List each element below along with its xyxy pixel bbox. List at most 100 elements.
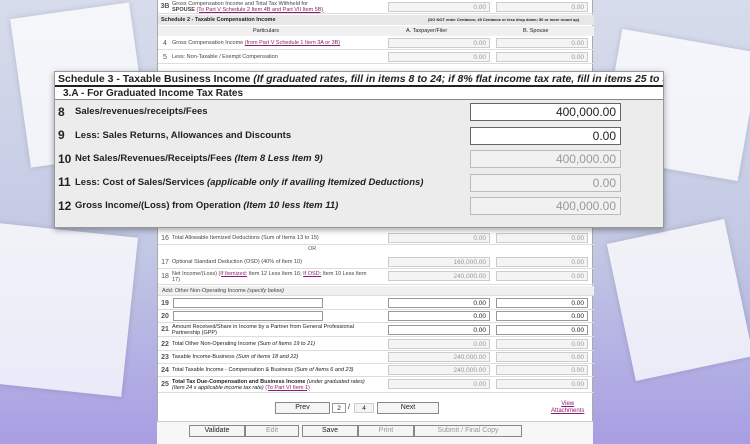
schedule3-title: Schedule 3 - Taxable Business Income (If…	[55, 72, 663, 87]
label-text: Taxable Income-Business	[172, 354, 235, 360]
osd-link[interactable]: If OSD:	[303, 271, 321, 277]
prev-button[interactable]: Prev	[275, 402, 330, 414]
col-a: A. Taxpayer/Filer	[406, 28, 448, 34]
item-3b-a[interactable]: 0.00	[388, 2, 490, 12]
background-paper	[606, 219, 750, 381]
print-button[interactable]: Print	[358, 425, 414, 437]
label-spouse: SPOUSE	[172, 6, 195, 13]
label-text: Less: Sales Returns, Allowances and Disc…	[75, 129, 292, 141]
submit-final-copy-button[interactable]: Submit / Final Copy	[414, 425, 522, 437]
add-label: Add: Other Non-Operating Income (specify…	[158, 288, 594, 294]
schedule2-title: Schedule 2 - Taxable Compensation Income	[161, 17, 276, 23]
item-8-value[interactable]: 400,000.00	[470, 103, 621, 121]
label-italic: (Item 8 Less Item 9)	[234, 153, 323, 165]
action-bar: Validate Edit Save Print Submit / Final …	[157, 421, 593, 444]
item-16-a[interactable]: 0.00	[388, 233, 490, 243]
item-4-a[interactable]: 0.00	[388, 38, 490, 48]
item-17-b[interactable]: 0.00	[496, 257, 588, 267]
label-text: Net Sales/Revenues/Receipts/Fees	[75, 153, 232, 165]
item-number: 25	[161, 381, 169, 388]
label-italic: (Sum of Items 19 to 21)	[257, 341, 316, 347]
item-4-b[interactable]: 0.00	[496, 38, 588, 48]
item-23-a[interactable]: 240,000.00	[388, 352, 490, 362]
label-text: Add: Other Non-Operating Income	[162, 287, 246, 294]
item-12-value[interactable]: 400,000.00	[470, 197, 621, 215]
item-23-b[interactable]: 0.00	[496, 352, 588, 362]
item-number: 21	[161, 326, 169, 333]
label-text: Item 10 Less Item	[322, 270, 367, 277]
item-24-b[interactable]: 0.00	[496, 365, 588, 375]
item-19-a[interactable]: 0.00	[388, 298, 490, 308]
label-text: Total Other Non-Operating Income	[172, 341, 257, 347]
label-text: 17)	[172, 276, 180, 283]
item-25-b[interactable]: 0.00	[496, 379, 588, 389]
item-number: 8	[58, 104, 65, 119]
item-17-row: 17 Optional Standard Deduction (OSD) (40…	[158, 256, 594, 269]
item-18-b[interactable]: 0.00	[496, 271, 588, 281]
item-number: 17	[161, 258, 169, 266]
item-number: 3B	[160, 3, 170, 10]
item-20-desc-input[interactable]	[173, 311, 323, 321]
item-label: Less: Sales Returns, Allowances and Disc…	[75, 130, 291, 141]
label-text: Less: Cost of Sales/Services	[75, 176, 205, 188]
item-21-row: 21 Amount Received/Share in Income by a …	[158, 323, 594, 337]
item-number: 5	[163, 53, 167, 61]
item-label: Net Sales/Revenues/Receipts/Fees (Item 8…	[75, 153, 323, 164]
item-17-a[interactable]: 160,000.00	[388, 257, 490, 267]
item-10-value[interactable]: 400,000.00	[470, 150, 621, 168]
save-button[interactable]: Save	[302, 425, 358, 437]
or-label: OR	[308, 246, 317, 252]
schedule-link[interactable]: (from Part V Schedule 1 Item 3A or 3B)	[245, 40, 340, 46]
part-vi-link[interactable]: (To Part VI Item 1)	[265, 385, 310, 391]
itemized-link[interactable]: (If Itemized:	[218, 271, 247, 277]
page-number-input[interactable]: 2	[332, 403, 346, 413]
item-10-row: 10 Net Sales/Revenues/Receipts/Fees (Item…	[55, 147, 663, 171]
column-headers: Particulars A. Taxpayer/Filer B. Spouse	[158, 26, 594, 36]
item-5-a[interactable]: 0.00	[388, 52, 490, 62]
label-italic: (Item 24 x applicable income tax rate)	[172, 384, 264, 391]
item-16-b[interactable]: 0.00	[496, 233, 588, 243]
item-24-a[interactable]: 240,000.00	[388, 365, 490, 375]
item-19-desc-input[interactable]	[173, 298, 323, 308]
view-attachments-link[interactable]: View Attachments	[551, 401, 584, 415]
page-separator: /	[348, 404, 350, 411]
title-italic: (If graduated rates, fill in items 8 to …	[253, 73, 663, 85]
item-number: 16	[161, 234, 169, 242]
schedule3-rows: 8 Sales/revenues/receipts/Fees 400,000.00…	[55, 100, 663, 218]
item-25-a[interactable]: 0.00	[388, 379, 490, 389]
item-20-row: 20 0.00 0.00	[158, 310, 594, 323]
schedule3a-subtitle: 3.A - For Graduated Income Tax Rates	[55, 87, 663, 100]
edit-button[interactable]: Edit	[245, 425, 299, 437]
item-22-a[interactable]: 0.00	[388, 339, 490, 349]
validate-button[interactable]: Validate	[189, 425, 245, 437]
background-paper	[0, 223, 138, 397]
item-5-b[interactable]: 0.00	[496, 52, 588, 62]
item-number: 11	[58, 175, 71, 190]
item-8-row: 8 Sales/revenues/receipts/Fees 400,000.00	[55, 100, 663, 124]
link-line: View	[561, 401, 575, 407]
item-number: 9	[58, 128, 65, 143]
item-number: 19	[161, 299, 169, 307]
item-21-a[interactable]: 0.00	[388, 325, 490, 335]
add-row: Add: Other Non-Operating Income (specify…	[158, 286, 594, 296]
item-18-a[interactable]: 240,000.00	[388, 271, 490, 281]
item-number: 22	[161, 340, 169, 348]
item-3b-b[interactable]: 0.00	[496, 2, 588, 12]
schedule2-note: (DO NOT enter Centavos; 49 Centavos or l…	[428, 17, 580, 22]
item-9-row: 9 Less: Sales Returns, Allowances and Dis…	[55, 124, 663, 148]
item-9-value[interactable]: 0.00	[470, 126, 621, 145]
item-number: 10	[58, 151, 72, 166]
item-20-b[interactable]: 0.00	[496, 311, 588, 321]
page-total: 4	[354, 403, 374, 413]
item-11-value[interactable]: 0.00	[470, 173, 621, 192]
item-22-b[interactable]: 0.00	[496, 339, 588, 349]
item-19-b[interactable]: 0.00	[496, 298, 588, 308]
item-23-row: 23 Taxable Income-Business (Sum of Items…	[158, 351, 594, 364]
schedule-link[interactable]: (To Part V Schedule 2 Item 4B and Part V…	[196, 7, 323, 13]
link-line: Attachments	[551, 408, 585, 414]
item-20-a[interactable]: 0.00	[388, 311, 490, 321]
title-main: Schedule 3 - Taxable Business Income	[58, 73, 251, 85]
item-18-row: 18 Net Income/(Loss) (If Itemized: Item …	[158, 269, 594, 285]
next-button[interactable]: Next	[377, 402, 439, 414]
item-21-b[interactable]: 0.00	[496, 325, 588, 335]
